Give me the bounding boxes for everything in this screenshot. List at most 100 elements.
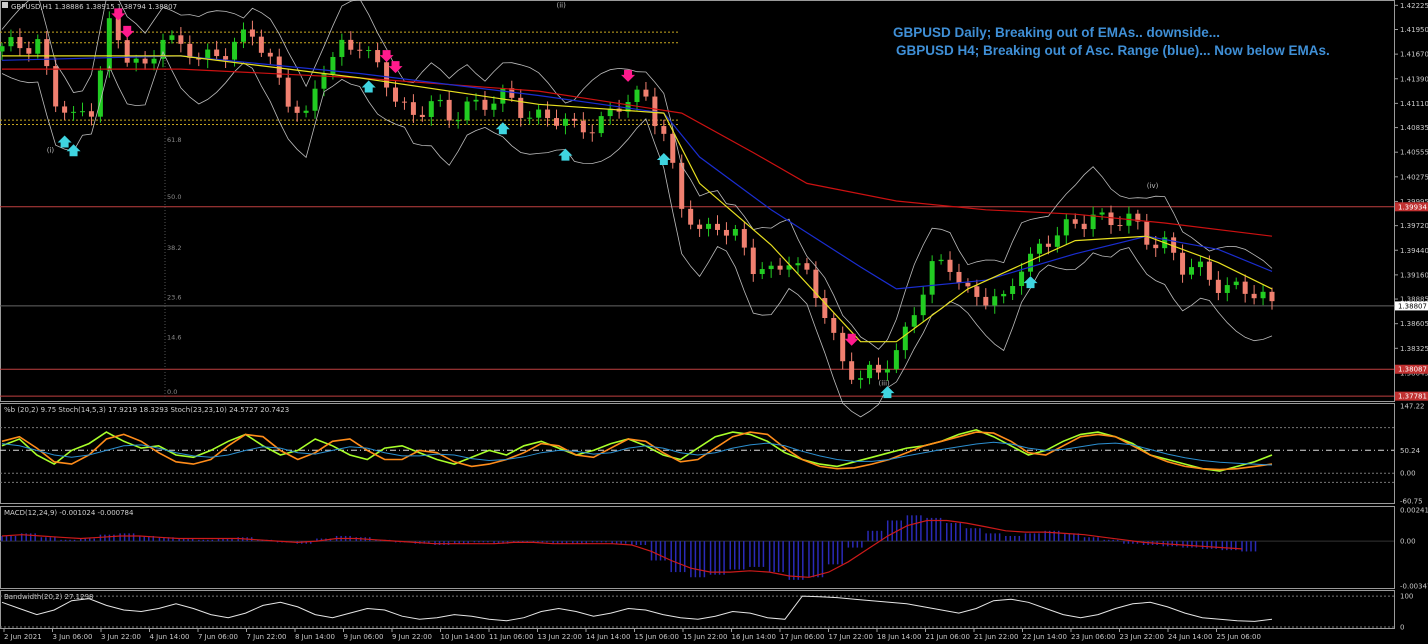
candle-body (0, 46, 5, 52)
fib-label: 0.0 (167, 388, 177, 396)
price-marker-label: 1.37781 (1398, 393, 1427, 401)
candle-body (44, 39, 50, 67)
candle-body (527, 117, 533, 119)
candle-body (437, 99, 443, 102)
candle-body (840, 332, 846, 362)
candle-body (697, 224, 703, 229)
candle-body (1001, 293, 1007, 297)
wave-label: (i) (47, 147, 55, 155)
candle-body (992, 296, 998, 306)
candle-body (661, 126, 667, 134)
candle-body (1153, 244, 1159, 249)
candle-body (741, 229, 747, 248)
x-tick-label: 21 Jun 22:00 (974, 633, 1018, 641)
candle-body (956, 271, 962, 283)
candle-body (1010, 286, 1016, 294)
candle-body (1063, 219, 1069, 236)
main-header: GBPUSD,H1 1.38886 1.38915 1.38794 1.3880… (11, 3, 177, 11)
y-tick-label: 1.41110 (1400, 100, 1428, 108)
candle-body (875, 364, 881, 373)
wave-label: (iii) (878, 380, 890, 388)
fib-label: 61.8 (167, 136, 181, 144)
x-tick-label: 18 Jun 14:00 (877, 633, 921, 641)
macd-y-label: -0.003478 (1400, 583, 1428, 591)
candle-body (142, 58, 148, 64)
candle-body (571, 118, 577, 121)
x-tick-label: 7 Jun 06:00 (198, 633, 238, 641)
candle-body (849, 361, 855, 380)
fib-label: 50.0 (167, 193, 181, 201)
fib-label: 14.6 (167, 334, 181, 342)
y-tick-label: 1.38325 (1400, 345, 1428, 353)
x-tick-label: 8 Jun 14:00 (295, 633, 335, 641)
y-tick-label: 1.40555 (1400, 149, 1428, 157)
candle-body (554, 118, 560, 126)
x-tick-label: 17 Jun 22:00 (829, 633, 873, 641)
candle-body (714, 223, 720, 230)
candle-body (580, 120, 586, 133)
candle-body (178, 35, 184, 44)
osc-y-label: 0.00 (1400, 470, 1416, 478)
candle-body (169, 35, 175, 40)
candle-body (831, 317, 837, 333)
candle-body (1189, 267, 1195, 275)
candle-body (35, 39, 41, 54)
y-tick-label: 1.42225 (1400, 2, 1428, 10)
candle-body (232, 41, 238, 60)
candle-body (1180, 252, 1186, 275)
candle-body (410, 102, 416, 115)
candle-body (858, 378, 864, 380)
candle-body (750, 247, 756, 275)
y-tick-label: 1.39160 (1400, 271, 1428, 279)
candle-body (223, 56, 229, 60)
y-tick-label: 1.41670 (1400, 51, 1428, 59)
candle-body (71, 111, 77, 113)
y-tick-label: 1.39720 (1400, 222, 1428, 230)
osc-y-label: 50.24 (1400, 447, 1421, 455)
candle-body (53, 66, 59, 107)
wave-label: (ii) (557, 2, 567, 10)
candle-body (339, 39, 345, 57)
y-tick-label: 1.38605 (1400, 320, 1428, 328)
x-tick-label: 10 Jun 14:00 (441, 633, 485, 641)
candle-body (187, 43, 193, 58)
candle-body (124, 40, 130, 63)
candle-body (303, 110, 309, 113)
candle-body (1215, 279, 1221, 293)
candle-body (312, 88, 318, 111)
y-tick-label: 1.41950 (1400, 26, 1428, 34)
osc-header: %b (20,2) 9.75 Stoch(14,5,3) 17.9219 18.… (4, 406, 289, 414)
candle-body (88, 111, 94, 117)
candle-body (562, 118, 568, 126)
trading-chart[interactable]: GBPUSD,H1 1.38886 1.38915 1.38794 1.3880… (0, 0, 1428, 644)
candle-body (1269, 291, 1275, 302)
candle-body (920, 294, 926, 316)
candle-body (1090, 214, 1096, 230)
annotation-daily: GBPUSD Daily; Breaking out of EMAs.. dow… (893, 25, 1220, 40)
annotation-h4: GBPUSD H4; Breaking out of Asc. Range (b… (896, 43, 1330, 58)
candle-body (1028, 253, 1034, 272)
candle-body (419, 114, 425, 117)
candle-body (366, 50, 372, 52)
candle-body (285, 77, 291, 107)
candle-body (1206, 261, 1212, 280)
y-tick-label: 1.39440 (1400, 247, 1428, 255)
x-tick-label: 23 Jun 06:00 (1071, 633, 1115, 641)
candle-body (911, 315, 917, 327)
candle-body (214, 49, 220, 57)
x-tick-label: 2 Jun 2021 (4, 633, 42, 641)
x-tick-label: 3 Jun 06:00 (53, 633, 93, 641)
wave-label: (iv) (1147, 182, 1159, 190)
candle-body (759, 269, 765, 275)
price-marker-label: 1.38087 (1398, 366, 1427, 374)
candle-body (401, 101, 407, 103)
x-tick-label: 22 Jun 14:00 (1023, 633, 1067, 641)
price-marker-label: 1.38807 (1398, 302, 1427, 310)
candle-body (133, 58, 139, 63)
candle-body (384, 62, 390, 88)
candle-body (428, 101, 434, 117)
x-tick-label: 13 Jun 22:00 (538, 633, 582, 641)
candle-body (106, 18, 112, 71)
candle-body (679, 162, 685, 209)
candle-body (446, 99, 452, 121)
